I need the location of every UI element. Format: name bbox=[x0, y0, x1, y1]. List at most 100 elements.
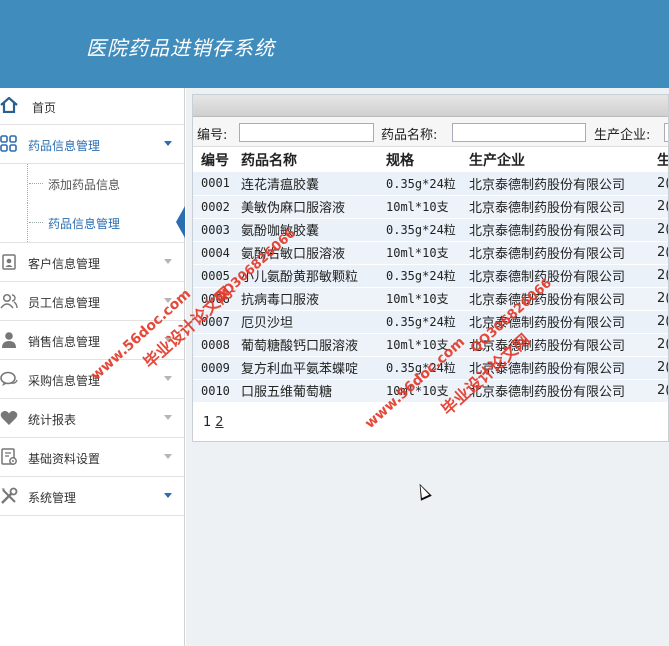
table-row[interactable]: 0008葡萄糖酸钙口服溶液10ml*10支北京泰德制药股份有限公司2( bbox=[193, 333, 668, 357]
column-header[interactable]: 药品名称 bbox=[233, 148, 378, 172]
sidebar-item-home[interactable]: 首页 bbox=[0, 88, 184, 125]
heart-icon bbox=[0, 409, 18, 427]
sidebar-item-label: 销售信息管理 bbox=[28, 335, 101, 349]
table-cell: 2( bbox=[649, 218, 668, 242]
table-cell: 北京泰德制药股份有限公司 bbox=[461, 287, 649, 311]
sidebar-item-label: 统计报表 bbox=[28, 413, 77, 427]
column-header[interactable]: 编号 bbox=[193, 148, 233, 172]
chevron-down-icon bbox=[164, 493, 172, 498]
table-cell: 0003 bbox=[193, 218, 233, 242]
sidebar-item-label: 首页 bbox=[32, 101, 57, 115]
table-cell: 0.35g*24粒 bbox=[378, 264, 461, 288]
sidebar-item-label: 药品信息管理 bbox=[28, 139, 101, 153]
chevron-down-icon bbox=[164, 141, 172, 146]
pagination: 12 bbox=[203, 415, 228, 430]
table-row[interactable]: 0003氨酚咖敏胶囊0.35g*24粒北京泰德制药股份有限公司2( bbox=[193, 218, 668, 242]
table-row[interactable]: 0001连花清瘟胶囊0.35g*24粒北京泰德制药股份有限公司2( bbox=[193, 172, 668, 196]
chevron-down-icon bbox=[164, 376, 172, 381]
code-input[interactable] bbox=[239, 123, 374, 142]
table-cell: 0001 bbox=[193, 172, 233, 196]
table-cell: 0.35g*24粒 bbox=[378, 218, 461, 242]
table-cell: 10ml*10支 bbox=[378, 287, 461, 311]
table-cell: 北京泰德制药股份有限公司 bbox=[461, 241, 649, 265]
tree-line bbox=[29, 222, 43, 223]
table-cell: 10ml*10支 bbox=[378, 241, 461, 265]
table-cell: 2( bbox=[649, 264, 668, 288]
sidebar-item-label: 采购信息管理 bbox=[28, 374, 101, 388]
table-cell: 0002 bbox=[193, 195, 233, 219]
sidebar-subitem-add-drug[interactable]: 添加药品信息 bbox=[0, 164, 184, 203]
table-cell: 0004 bbox=[193, 241, 233, 265]
table-cell: 北京泰德制药股份有限公司 bbox=[461, 172, 649, 196]
column-header[interactable]: 生产企业 bbox=[461, 148, 649, 172]
table-cell: 厄贝沙坦 bbox=[233, 310, 378, 334]
column-header[interactable]: 规格 bbox=[378, 148, 461, 172]
tools-icon bbox=[0, 487, 18, 505]
table-cell: 复方利血平氨苯蝶啶 bbox=[233, 356, 378, 380]
table-cell: 2( bbox=[649, 172, 668, 196]
active-pointer-icon bbox=[176, 206, 185, 238]
table-cell: 葡萄糖酸钙口服溶液 bbox=[233, 333, 378, 357]
sidebar-group-system[interactable]: 系统管理 bbox=[0, 477, 184, 516]
users-icon bbox=[0, 292, 18, 310]
maker-input[interactable] bbox=[664, 123, 668, 142]
sidebar-group-drug-info[interactable]: 药品信息管理 bbox=[0, 125, 184, 164]
table-cell: 2( bbox=[649, 310, 668, 334]
sidebar-subitem-label: 添加药品信息 bbox=[48, 178, 121, 192]
search-toolbar: 编号: 药品名称: 生产企业: bbox=[193, 117, 668, 147]
table-cell: 北京泰德制药股份有限公司 bbox=[461, 218, 649, 242]
table-cell: 2( bbox=[649, 356, 668, 380]
table-cell: 2( bbox=[649, 287, 668, 311]
drug-name-label: 药品名称: bbox=[381, 128, 438, 143]
tree-line bbox=[29, 183, 43, 184]
user-icon bbox=[0, 331, 18, 349]
table-cell: 口服五维葡萄糖 bbox=[233, 379, 378, 403]
sidebar-item-label: 客户信息管理 bbox=[28, 257, 101, 271]
sidebar-subitem-label: 药品信息管理 bbox=[48, 217, 121, 231]
app-window: 医院药品进销存系统 首页 药品信息管理 添加药品信息 药品信息管理 客户信息管理… bbox=[0, 0, 669, 646]
sidebar-group-customer[interactable]: 客户信息管理 bbox=[0, 243, 184, 282]
table-cell: 美敏伪麻口服溶液 bbox=[233, 195, 378, 219]
column-header[interactable]: 生 bbox=[649, 148, 668, 172]
sidebar-group-basic-settings[interactable]: 基础资料设置 bbox=[0, 438, 184, 477]
table-cell: 北京泰德制药股份有限公司 bbox=[461, 264, 649, 288]
page-1[interactable]: 1 bbox=[203, 415, 211, 430]
submenu-drug-info: 添加药品信息 药品信息管理 bbox=[0, 164, 185, 243]
table-cell: 0010 bbox=[193, 379, 233, 403]
chevron-down-icon bbox=[164, 259, 172, 264]
table-row[interactable]: 0007厄贝沙坦0.35g*24粒北京泰德制药股份有限公司2( bbox=[193, 310, 668, 334]
chevron-down-icon bbox=[164, 454, 172, 459]
table-cell: 2( bbox=[649, 379, 668, 403]
sidebar-subitem-manage-drug[interactable]: 药品信息管理 bbox=[0, 203, 185, 242]
page-2-link[interactable]: 2 bbox=[215, 415, 223, 430]
grid-icon bbox=[0, 135, 18, 153]
table-cell: 0008 bbox=[193, 333, 233, 357]
table-row[interactable]: 0002美敏伪麻口服溶液10ml*10支北京泰德制药股份有限公司2( bbox=[193, 195, 668, 219]
sidebar-item-label: 员工信息管理 bbox=[28, 296, 101, 310]
contacts-icon bbox=[0, 253, 18, 271]
table-header-row: 编号 药品名称 规格 生产企业 生 bbox=[193, 148, 668, 172]
sidebar-item-label: 系统管理 bbox=[28, 491, 77, 505]
tree-line bbox=[27, 203, 28, 242]
tree-line bbox=[27, 164, 28, 203]
table-cell: 0009 bbox=[193, 356, 233, 380]
table-cell: 10ml*10支 bbox=[378, 195, 461, 219]
panel-header bbox=[193, 95, 668, 117]
maker-label: 生产企业: bbox=[594, 128, 651, 143]
system-title: 医院药品进销存系统 bbox=[86, 36, 275, 60]
table-cell: 氨酚咖敏胶囊 bbox=[233, 218, 378, 242]
sidebar-item-label: 基础资料设置 bbox=[28, 452, 101, 466]
home-icon bbox=[0, 96, 18, 114]
settings-doc-icon bbox=[0, 448, 18, 466]
drug-name-input[interactable] bbox=[452, 123, 586, 142]
sidebar-group-report[interactable]: 统计报表 bbox=[0, 399, 184, 438]
chat-icon bbox=[0, 370, 18, 388]
header-bar: 医院药品进销存系统 bbox=[0, 0, 669, 88]
table-row[interactable]: 0006抗病毒口服液10ml*10支北京泰德制药股份有限公司2( bbox=[193, 287, 668, 311]
table-cell: 北京泰德制药股份有限公司 bbox=[461, 195, 649, 219]
table-cell: 2( bbox=[649, 195, 668, 219]
chevron-down-icon bbox=[164, 415, 172, 420]
table-row[interactable]: 0010口服五维葡萄糖10ml*10支北京泰德制药股份有限公司2( bbox=[193, 379, 668, 403]
table-cell: 0.35g*24粒 bbox=[378, 172, 461, 196]
table-cell: 2( bbox=[649, 333, 668, 357]
